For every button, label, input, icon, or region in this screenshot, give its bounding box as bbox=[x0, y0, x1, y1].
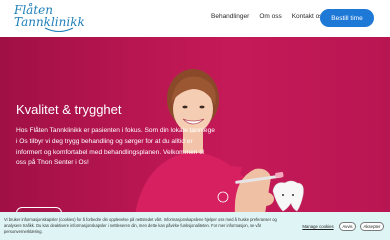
accept-cookies-button[interactable]: Aksepter bbox=[360, 222, 384, 231]
nav-item-om-oss[interactable]: Om oss bbox=[259, 13, 281, 20]
hero-title: Kvalitet & trygghet bbox=[16, 102, 122, 117]
logo[interactable]: Flåten Tannklinikk bbox=[14, 4, 86, 32]
hero-section: Kvalitet & trygghet Hos Flåten Tannklini… bbox=[0, 37, 390, 212]
cookie-text: Vi bruker informasjonskapsler (cookies) … bbox=[4, 217, 277, 234]
hero-description: Hos Flåten Tannklinikk er pasienten i fo… bbox=[16, 127, 215, 167]
nav-item-behandlinger[interactable]: Behandlinger bbox=[211, 13, 249, 20]
cookie-banner: Vi bruker informasjonskapsler (cookies) … bbox=[0, 212, 390, 240]
logo-swoosh-icon bbox=[44, 27, 74, 32]
site-header: Flåten Tannklinikk Behandlinger Om oss K… bbox=[0, 0, 390, 37]
reject-cookies-button[interactable]: Avvis bbox=[339, 222, 356, 231]
manage-cookies-button[interactable]: Manage cookies bbox=[300, 222, 336, 231]
book-appointment-button[interactable]: Bestill time bbox=[320, 9, 374, 27]
main-nav: Behandlinger Om oss Kontakt oss bbox=[211, 13, 326, 20]
